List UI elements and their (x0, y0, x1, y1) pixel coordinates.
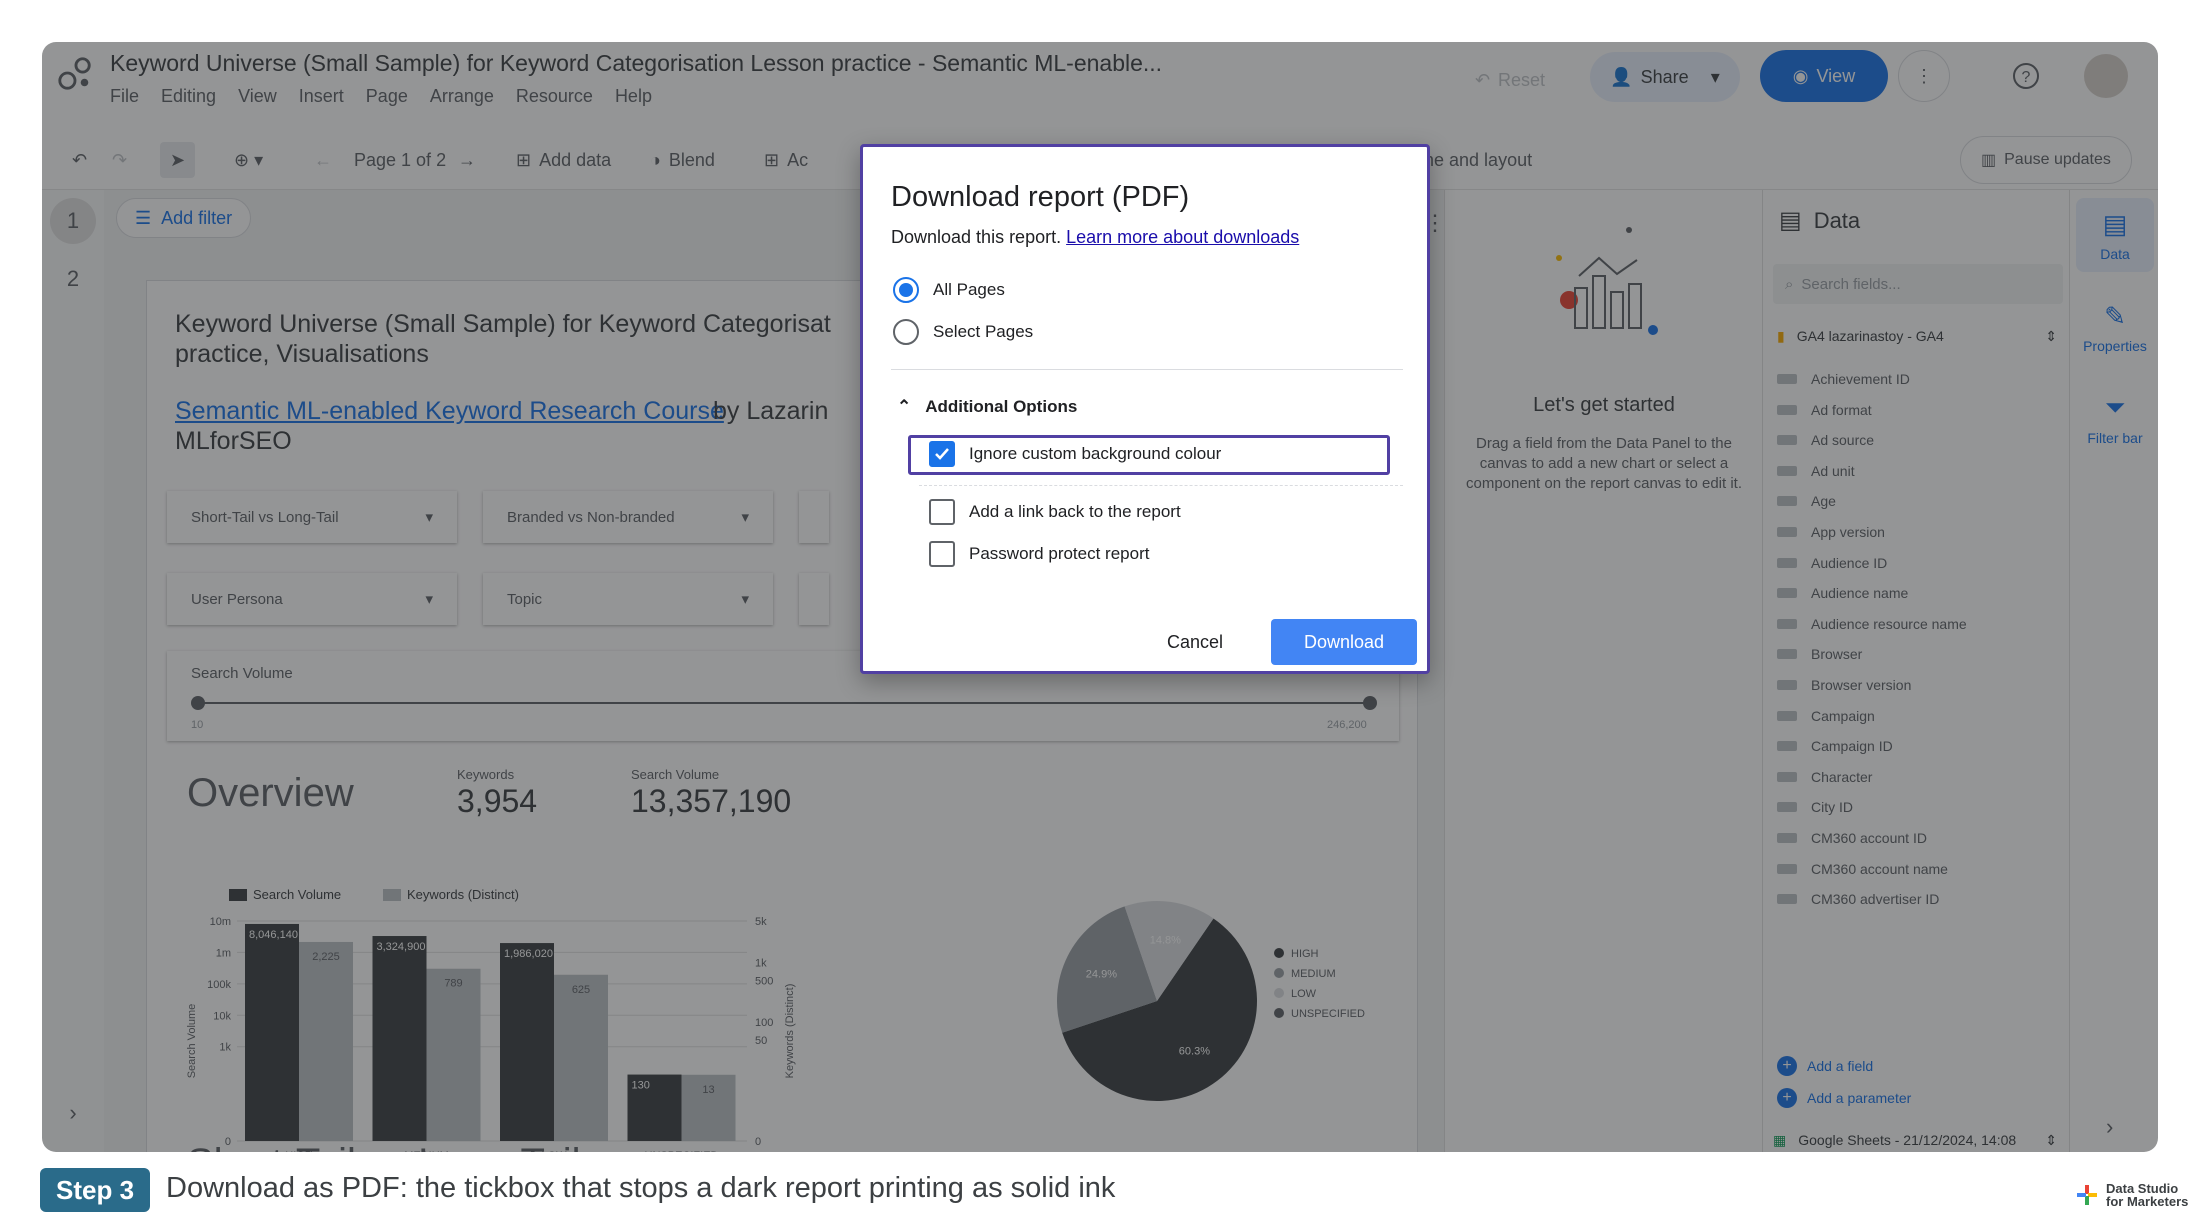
checkbox-unchecked-icon (929, 499, 955, 525)
step-badge: Step 3 (40, 1168, 151, 1212)
checkbox-ignore-background[interactable]: Ignore custom background colour (929, 441, 1221, 467)
brand-line-2: for Marketers (2106, 1194, 2189, 1209)
caption-bar: Step 3 Download as PDF: the tickbox that… (40, 1168, 2188, 1214)
radio-selected-icon (893, 277, 919, 303)
additional-options-label: Additional Options (925, 397, 1078, 416)
brand-logo: Data Studio for Marketers (2076, 1182, 2200, 1208)
chevron-up-icon: ⌃ (897, 397, 912, 416)
checkbox-ignore-label: Ignore custom background colour (969, 444, 1222, 463)
dialog-subtitle: Download this report. Learn more about d… (891, 227, 1299, 248)
divider (919, 485, 1403, 486)
download-button[interactable]: Download (1271, 619, 1417, 665)
checkbox-link-back[interactable]: Add a link back to the report (929, 499, 1181, 525)
radio-unselected-icon (893, 319, 919, 345)
radio-all-pages-label: All Pages (933, 280, 1005, 299)
checkbox-password-label: Password protect report (969, 544, 1150, 563)
brand-text: Data Studio for Marketers (2106, 1182, 2200, 1208)
app-window: Keyword Universe (Small Sample) for Keyw… (42, 42, 2158, 1152)
learn-more-link[interactable]: Learn more about downloads (1066, 227, 1299, 247)
radio-select-pages[interactable]: Select Pages (893, 319, 1033, 345)
dialog-subtitle-text: Download this report. (891, 227, 1062, 247)
cancel-button[interactable]: Cancel (1139, 619, 1251, 665)
download-report-dialog: Download report (PDF) Download this repo… (860, 144, 1430, 674)
checkbox-unchecked-icon (929, 541, 955, 567)
radio-select-pages-label: Select Pages (933, 322, 1034, 341)
divider (891, 369, 1403, 370)
checkbox-checked-icon (929, 441, 955, 467)
radio-all-pages[interactable]: All Pages (893, 277, 1005, 303)
additional-options-toggle[interactable]: ⌃ Additional Options (897, 397, 1077, 417)
brand-sparkle-icon (2077, 1185, 2097, 1205)
checkbox-link-back-label: Add a link back to the report (969, 502, 1181, 521)
dialog-title: Download report (PDF) (891, 181, 1190, 213)
checkbox-password-protect[interactable]: Password protect report (929, 541, 1149, 567)
caption-text: Download as PDF: the tickbox that stops … (166, 1172, 1116, 1204)
